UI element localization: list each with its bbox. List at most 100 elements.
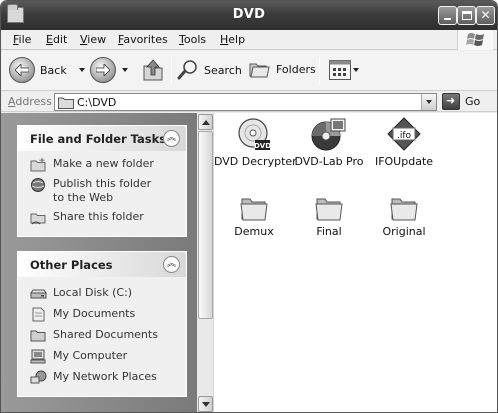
scroll-up-icon[interactable] — [198, 114, 213, 130]
place-label: My Computer — [53, 349, 128, 362]
panel-header[interactable]: Other Places ︽ — [18, 252, 186, 277]
file-name: Demux — [234, 225, 274, 238]
panel-title: Other Places — [30, 258, 113, 272]
svg-text:.ifo: .ifo — [397, 131, 412, 141]
task-label: Make a new folder — [53, 157, 154, 170]
place-label: My Documents — [53, 307, 136, 320]
task-share-folder[interactable]: Share this folder — [30, 210, 186, 225]
back-dropdown-icon[interactable] — [78, 68, 85, 72]
title-bar[interactable]: DVD ✕ — [1, 1, 497, 30]
file-name: DVD-Lab Pro — [294, 155, 364, 168]
back-arrow-icon — [9, 57, 35, 83]
menu-bar: File Edit View Favorites Tools Help — [1, 30, 497, 50]
file-folder-tasks-panel: File and Folder Tasks ︽ Make a new folde… — [17, 125, 187, 237]
go-button[interactable]: Go — [442, 93, 480, 110]
other-places-panel: Other Places ︽ Local Disk (C:) My Docume… — [17, 251, 187, 397]
folder-icon — [315, 198, 343, 221]
svg-text:DVD: DVD — [254, 142, 271, 150]
folder-item-original[interactable]: Original — [364, 193, 444, 238]
panel-title: File and Folder Tasks — [30, 132, 167, 146]
my-computer-icon — [30, 349, 46, 364]
go-arrow-icon — [442, 93, 460, 110]
task-make-new-folder[interactable]: Make a new folder — [30, 157, 186, 172]
menu-favorites[interactable]: Favorites — [116, 32, 170, 47]
collapse-icon[interactable]: ︽ — [163, 256, 180, 273]
folder-icon — [58, 97, 74, 109]
network-places-icon — [30, 370, 47, 384]
views-icon — [329, 60, 351, 80]
explorer-window: DVD ✕ File Edit View Favorites Tools Hel… — [0, 0, 498, 413]
windows-logo — [457, 30, 493, 50]
views-dropdown-icon[interactable] — [353, 68, 359, 72]
task-label: Share this folder — [53, 210, 144, 223]
address-label: Address — [8, 95, 52, 108]
shared-documents-icon — [30, 330, 46, 342]
forward-button[interactable] — [90, 57, 128, 83]
new-folder-icon — [30, 157, 46, 172]
folder-icon — [240, 198, 268, 221]
back-label: Back — [40, 63, 67, 77]
place-local-disk[interactable]: Local Disk (C:) — [30, 286, 186, 301]
folders-label: Folders — [276, 62, 316, 76]
task-pane: File and Folder Tasks ︽ Make a new folde… — [1, 113, 197, 412]
address-dropdown-icon[interactable] — [421, 94, 436, 110]
address-value: C:\DVD — [77, 96, 117, 109]
folders-button[interactable]: Folders — [249, 59, 316, 79]
file-name: Final — [316, 225, 342, 238]
up-folder-button[interactable] — [142, 58, 164, 82]
file-item-dvd-lab-pro[interactable]: DVD-Lab Pro — [289, 117, 369, 168]
local-disk-icon — [30, 289, 47, 299]
minimize-button[interactable] — [438, 6, 457, 25]
task-publish-to-web[interactable]: Publish this folder to the Web — [30, 177, 186, 205]
file-name: DVD Decrypter — [214, 155, 297, 168]
address-bar: Address C:\DVD Go — [1, 92, 497, 112]
file-name: IFOUpdate — [374, 155, 434, 168]
folder-item-demux[interactable]: Demux — [214, 193, 294, 238]
back-button[interactable]: Back — [9, 57, 85, 83]
toolbar-separator — [171, 57, 172, 85]
dvd-decrypter-icon: DVD — [238, 118, 271, 150]
place-label: Local Disk (C:) — [53, 286, 133, 299]
panel-header[interactable]: File and Folder Tasks ︽ — [18, 126, 186, 151]
collapse-icon[interactable]: ︽ — [163, 130, 180, 147]
ifo-update-icon: .ifo — [387, 117, 421, 151]
place-label: My Network Places — [53, 370, 157, 383]
menu-view[interactable]: View — [78, 32, 108, 47]
menu-edit[interactable]: Edit — [44, 32, 69, 47]
dvd-lab-pro-icon — [311, 118, 346, 151]
vertical-scrollbar[interactable] — [197, 113, 214, 412]
menu-file[interactable]: File — [11, 32, 33, 47]
file-item-dvd-decrypter[interactable]: DVD DVD Decrypter — [214, 117, 297, 168]
place-my-documents[interactable]: My Documents — [30, 307, 186, 322]
publish-web-icon — [31, 178, 45, 192]
scroll-down-icon[interactable] — [198, 396, 213, 412]
task-label: Publish this folder to the Web — [53, 177, 152, 204]
my-documents-icon — [32, 307, 45, 322]
search-label: Search — [204, 63, 242, 77]
share-folder-icon — [30, 213, 46, 225]
toolbar-separator — [319, 57, 320, 85]
address-input[interactable]: C:\DVD — [54, 93, 437, 111]
menu-tools[interactable]: Tools — [177, 32, 208, 47]
forward-arrow-icon — [90, 57, 116, 83]
folder-icon — [390, 198, 418, 221]
views-button[interactable] — [329, 60, 359, 80]
search-icon — [177, 60, 197, 80]
folder-item-final[interactable]: Final — [289, 193, 369, 238]
maximize-button[interactable] — [457, 6, 476, 25]
file-item-ifo-update[interactable]: .ifo IFOUpdate — [364, 117, 444, 168]
search-button[interactable]: Search — [177, 59, 242, 81]
place-my-computer[interactable]: My Computer — [30, 349, 186, 364]
forward-dropdown-icon[interactable] — [122, 68, 128, 72]
place-network-places[interactable]: My Network Places — [30, 370, 186, 385]
toolbar: Back Search Folders — [1, 51, 497, 91]
place-label: Shared Documents — [53, 328, 158, 341]
close-button[interactable]: ✕ — [476, 6, 495, 25]
file-list-view[interactable]: DVD DVD Decrypter DVD-Lab Pro .ifo IFOUp… — [197, 113, 497, 412]
up-folder-icon — [143, 59, 163, 81]
file-name: Original — [382, 225, 426, 238]
window-title: DVD — [232, 7, 266, 22]
scroll-thumb[interactable] — [198, 131, 213, 319]
menu-help[interactable]: Help — [218, 32, 247, 47]
place-shared-documents[interactable]: Shared Documents — [30, 328, 186, 343]
